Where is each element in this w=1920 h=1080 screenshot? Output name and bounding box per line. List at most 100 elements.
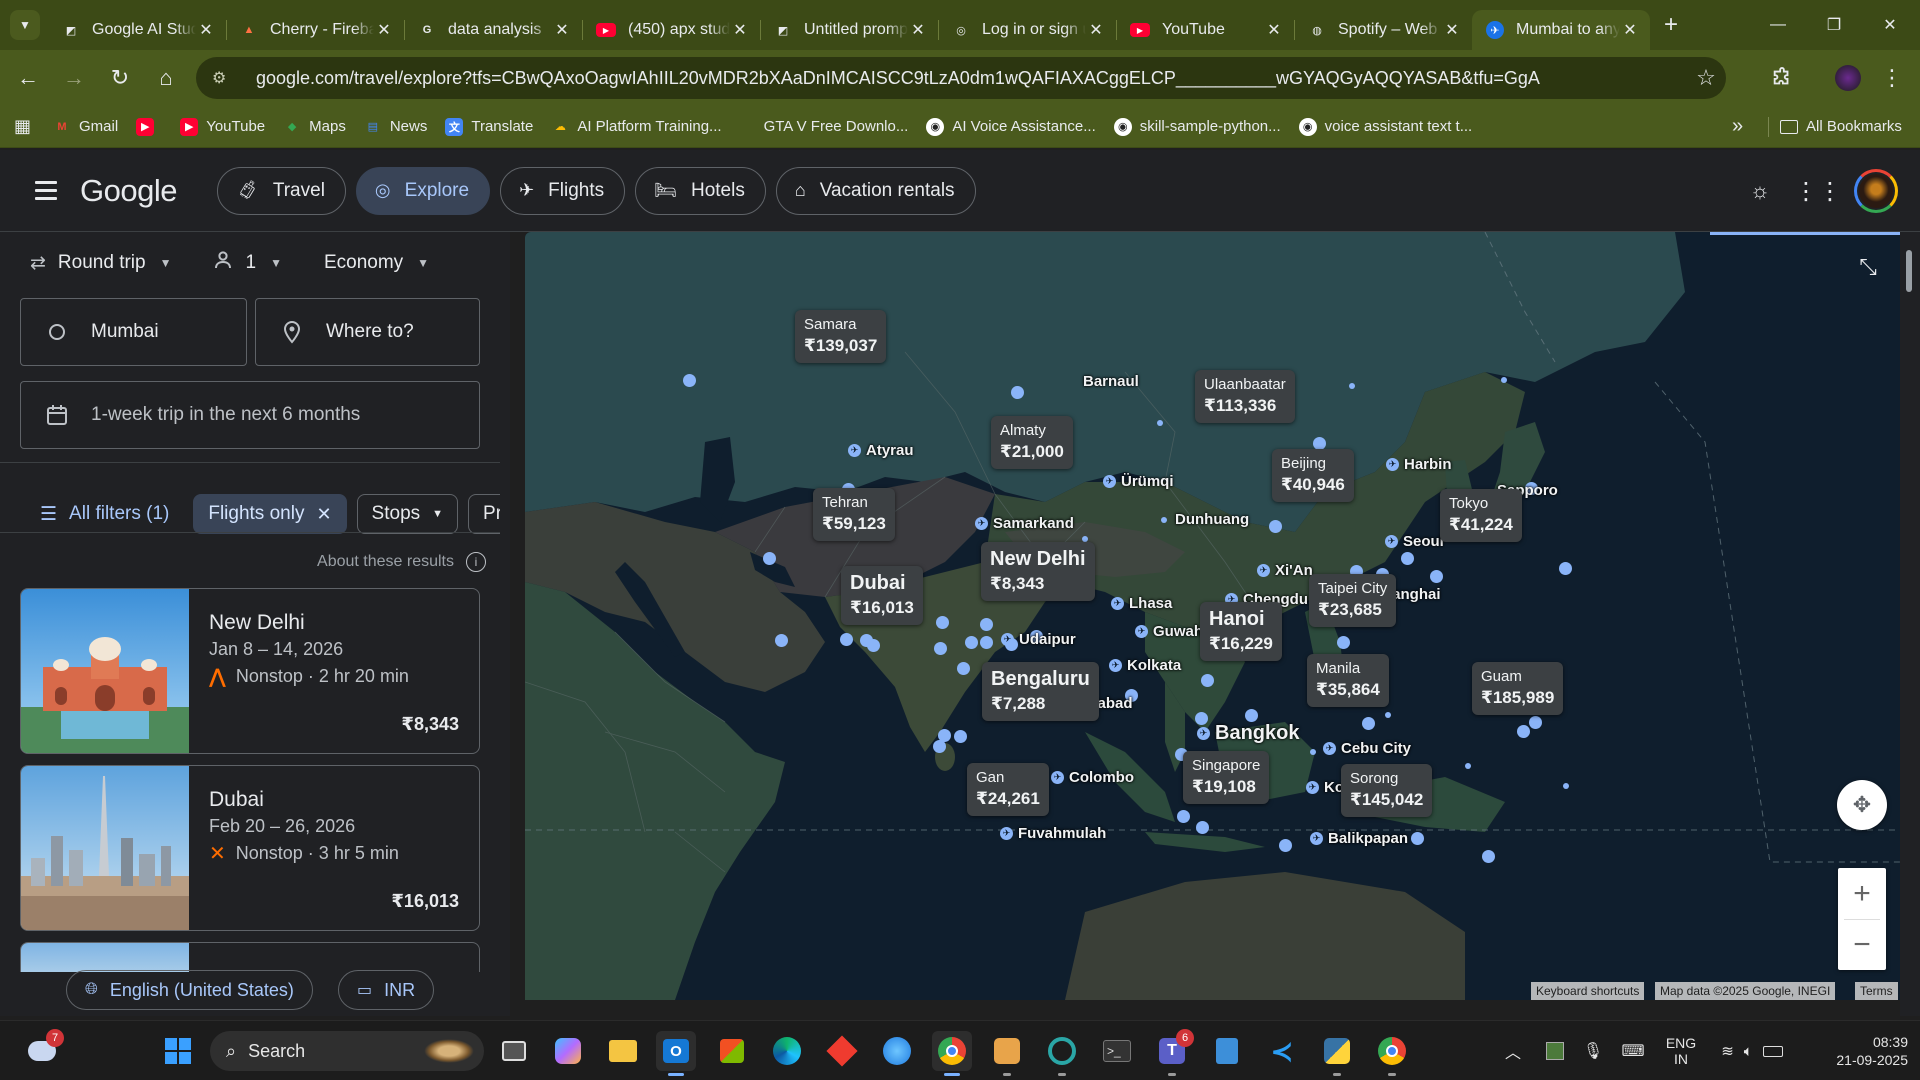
price-card-sorong[interactable]: Sorong ₹145,042 (1341, 764, 1433, 817)
map-marker[interactable] (1245, 709, 1258, 722)
map-city-bangkok[interactable]: ✈ Bangkok (1197, 722, 1299, 745)
tab-search-button[interactable]: ▼ (10, 10, 40, 40)
passengers-select[interactable]: 1 ▼ (213, 250, 282, 276)
new-tab-button[interactable]: + (1656, 10, 1686, 40)
about-results[interactable]: About these results i (317, 552, 486, 572)
tab-8[interactable]: ✈ Mumbai to anywhere✕ (1472, 10, 1650, 50)
close-tab-icon[interactable]: ✕ (908, 20, 928, 40)
map-marker[interactable] (1385, 712, 1391, 718)
map-marker[interactable] (954, 730, 967, 743)
map-marker[interactable] (936, 616, 949, 629)
map-marker[interactable] (1196, 821, 1209, 834)
map-city-harbin[interactable]: ✈ Harbin (1386, 456, 1452, 473)
price-card-bengaluru[interactable]: Bengaluru ₹7,288 (982, 662, 1099, 721)
map-marker[interactable] (1201, 674, 1214, 687)
trip-type-select[interactable]: ⇄ Round trip ▼ (30, 250, 171, 276)
stops-filter[interactable]: Stops ▼ (356, 494, 459, 534)
map-marker[interactable] (1501, 377, 1507, 383)
chrome-profile-app[interactable] (1372, 1031, 1412, 1076)
tab-4[interactable]: ◩ Untitled prompt ✕ (760, 10, 938, 50)
map-city-seoul[interactable]: ✈ Seoul (1385, 533, 1444, 550)
close-tab-icon[interactable]: ✕ (552, 20, 572, 40)
google-apps-button[interactable]: ⋮⋮ (1794, 167, 1842, 215)
page-scrollbar[interactable] (1900, 232, 1920, 1016)
terminal-app[interactable]: >_ (1097, 1031, 1137, 1071)
restore-button[interactable]: ❐ (1806, 0, 1862, 50)
edge-dev-app[interactable] (1042, 1031, 1082, 1076)
outlook-app[interactable]: O (656, 1031, 696, 1076)
price-filter[interactable]: Price (468, 494, 500, 534)
close-tab-icon[interactable]: ✕ (1264, 20, 1284, 40)
map-marker[interactable] (1157, 420, 1163, 426)
map-city-balikpapan[interactable]: ✈ Balikpapan (1310, 830, 1408, 847)
map-city-lhasa[interactable]: ✈ Lhasa (1111, 595, 1172, 612)
python-app[interactable] (1317, 1031, 1357, 1076)
map-marker[interactable] (980, 618, 993, 631)
close-tab-icon[interactable]: ✕ (1620, 20, 1640, 40)
map-marker[interactable] (1269, 520, 1282, 533)
zoom-in-button[interactable]: + (1853, 869, 1871, 919)
bookmark-star-icon[interactable]: ☆ (1686, 65, 1726, 91)
taskbar-search[interactable]: ⌕ Search (210, 1031, 484, 1071)
tab-6[interactable]: ▶ YouTube ✕ (1116, 10, 1294, 50)
close-tab-icon[interactable]: ✕ (730, 20, 750, 40)
account-avatar[interactable] (1852, 167, 1900, 215)
minimize-button[interactable]: — (1750, 0, 1806, 50)
map-marker[interactable] (965, 636, 978, 649)
map-city-kolkata[interactable]: ✈ Kolkata (1109, 657, 1181, 674)
tray-app[interactable] (1540, 1021, 1570, 1080)
map-city-udaipur[interactable]: ✈ Udaipur (1001, 631, 1076, 648)
map-marker[interactable] (840, 633, 853, 646)
bookmark-1[interactable]: ▶ (136, 117, 162, 136)
map-marker[interactable] (1362, 717, 1375, 730)
settings-app[interactable] (877, 1031, 917, 1071)
tab-2[interactable]: Gdata analysis ✕ (404, 10, 582, 50)
bookmark-8[interactable]: ◉ AI Voice Assistance... (926, 117, 1096, 136)
map-marker[interactable] (1411, 832, 1424, 845)
back-button[interactable]: ← (8, 58, 48, 98)
price-card-guam[interactable]: Guam ₹185,989 (1472, 662, 1564, 715)
nav-chip-vacation-rentals[interactable]: ⌂ Vacation rentals (775, 166, 976, 215)
map-marker[interactable] (1517, 725, 1530, 738)
map-marker[interactable] (934, 642, 947, 655)
nav-chip-travel[interactable]: 🧳︎ Travel (216, 166, 346, 215)
bookmark-3[interactable]: ◆ Maps (283, 118, 346, 136)
user-app[interactable] (987, 1031, 1027, 1076)
origin-field[interactable]: Mumbai (20, 298, 247, 366)
terms-link[interactable]: Terms (1855, 982, 1898, 1000)
result-card-partial[interactable] (20, 942, 480, 972)
bookmark-6[interactable]: ☁ AI Platform Training... (551, 118, 722, 136)
map-marker[interactable] (1559, 562, 1572, 575)
task-view-button[interactable] (494, 1031, 534, 1071)
site-info-icon[interactable]: ⚙ (212, 68, 232, 88)
tab-3[interactable]: ▶ (450) apx studio✕ (582, 10, 760, 50)
cabin-select[interactable]: Economy ▼ (324, 250, 429, 276)
price-card-manila[interactable]: Manila ₹35,864 (1307, 654, 1389, 707)
close-tab-icon[interactable]: ✕ (1086, 20, 1106, 40)
map-city-samarkand[interactable]: ✈ Samarkand (975, 515, 1074, 532)
tab-1[interactable]: ▲ Cherry - Firebase✕ (226, 10, 404, 50)
browser-menu-button[interactable]: ⋮ (1872, 58, 1912, 98)
map-city-cebu[interactable]: ✈ Cebu City (1323, 740, 1411, 757)
profile-avatar[interactable] (1828, 58, 1868, 98)
bookmark-7[interactable]: GTA V Free Downlo... (764, 118, 909, 136)
bookmark-2[interactable]: ▶ YouTube (180, 117, 265, 136)
fullscreen-exit-button[interactable]: ⤡ (1847, 246, 1889, 288)
price-card-almaty[interactable]: Almaty ₹21,000 (991, 416, 1073, 469)
close-tab-icon[interactable]: ✕ (196, 20, 216, 40)
price-card-beijing[interactable]: Beijing ₹40,946 (1272, 449, 1354, 502)
store-app[interactable] (712, 1031, 752, 1071)
address-bar[interactable]: ⚙ google.com/travel/explore?tfs=CBwQAxoO… (196, 57, 1726, 99)
show-hidden-icons-button[interactable]: ︿ (1498, 1021, 1528, 1080)
close-tab-icon[interactable]: ✕ (1442, 20, 1462, 40)
main-menu-button[interactable] (22, 167, 70, 215)
bookmark-4[interactable]: ▤ News (364, 118, 428, 136)
quick-settings[interactable]: ≋ 🔈︎ (1712, 1021, 1792, 1080)
price-card-samara[interactable]: Samara ₹139,037 (795, 310, 887, 363)
map-marker[interactable] (1337, 636, 1350, 649)
map-city-xian[interactable]: ✈ Xi'An (1257, 562, 1313, 579)
start-button[interactable] (158, 1031, 198, 1071)
price-card-tehran[interactable]: Tehran ₹59,123 (813, 488, 895, 541)
bookmarks-overflow-button[interactable]: » (1732, 115, 1743, 138)
tab-5[interactable]: ◎ Log in or sign up✕ (938, 10, 1116, 50)
